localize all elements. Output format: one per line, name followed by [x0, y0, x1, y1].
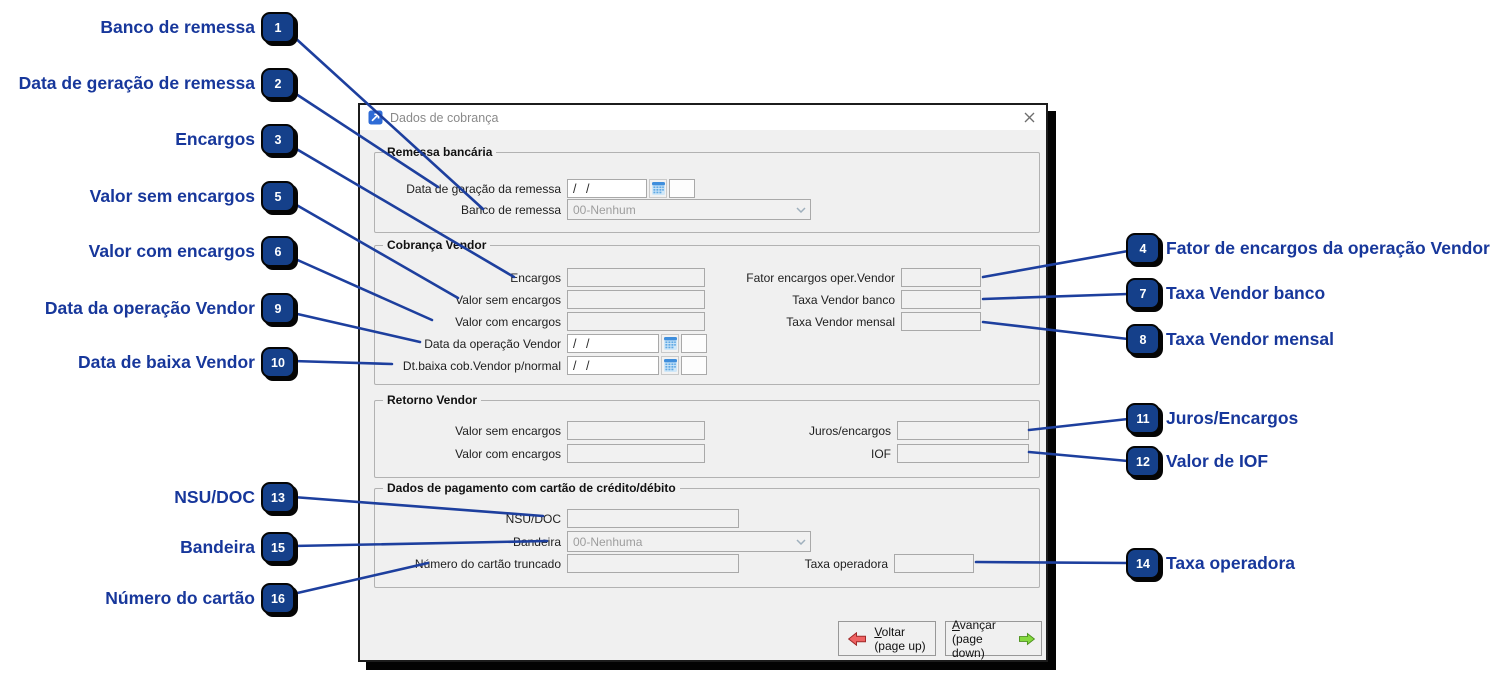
callout-banco-de-remessa: Banco de remessa 1 [100, 12, 295, 43]
callout-badge: 10 [261, 347, 295, 378]
callout-badge: 5 [261, 181, 295, 212]
callout-juros-encargos: 11 Juros/Encargos [1126, 403, 1298, 434]
avancar-button[interactable]: Avançar (page down) [945, 618, 1042, 660]
label-data-operacao-vendor: Data da operação Vendor [424, 336, 561, 351]
calendar-grid-icon [663, 359, 677, 372]
callout-badge: 16 [261, 583, 295, 614]
date-aux-box[interactable] [681, 356, 707, 375]
banco-remessa-select[interactable]: 00-Nenhum [567, 199, 811, 220]
date-aux-box[interactable] [681, 334, 707, 353]
label-retorno-valor-com: Valor com encargos [455, 446, 561, 461]
label-taxa-operadora: Taxa operadora [804, 556, 888, 571]
callout-badge: 4 [1126, 233, 1160, 264]
callout-badge: 6 [261, 236, 295, 267]
label-nsu-doc: NSU/DOC [505, 511, 561, 526]
callout-valor-sem-encargos: Valor sem encargos 5 [90, 181, 295, 212]
callout-badge: 15 [261, 532, 295, 563]
label-numero-cartao-truncado: Número do cartão truncado [414, 556, 561, 571]
dt-baixa-vendor-input[interactable]: / / [567, 356, 659, 375]
group-remessa-bancaria: Remessa bancária Data de geração da reme… [374, 145, 1040, 233]
callout-taxa-vendor-banco: 7 Taxa Vendor banco [1126, 278, 1325, 309]
data-operacao-calendar-button[interactable] [661, 334, 679, 353]
label-bandeira: Bandeira [512, 534, 561, 549]
callout-badge: 7 [1126, 278, 1160, 309]
nsu-doc-input[interactable] [567, 509, 739, 528]
group-cartao: Dados de pagamento com cartão de crédito… [374, 481, 1040, 588]
group-title: Retorno Vendor [383, 393, 482, 407]
callout-badge: 14 [1126, 548, 1160, 579]
chevron-down-icon [796, 538, 806, 545]
callout-fator-encargos: 4 Fator de encargos da operação Vendor [1126, 233, 1490, 264]
bandeira-value: 00-Nenhuma [573, 534, 643, 549]
callout-data-operacao-vendor: Data da operação Vendor 9 [45, 293, 295, 324]
group-title: Dados de pagamento com cartão de crédito… [383, 481, 680, 495]
data-operacao-vendor-input[interactable]: / / [567, 334, 659, 353]
callout-badge: 8 [1126, 324, 1160, 355]
callout-valor-iof: 12 Valor de IOF [1126, 446, 1268, 477]
label-retorno-valor-sem: Valor sem encargos [455, 423, 561, 438]
taxa-operadora-input[interactable] [894, 554, 974, 573]
app-arrow-up-right-icon [368, 110, 383, 125]
group-title: Remessa bancária [383, 145, 497, 159]
label-iof: IOF [871, 446, 891, 461]
dialog-dados-de-cobranca: Dados de cobrança Remessa bancária Data … [358, 103, 1048, 662]
label-valor-sem-encargos: Valor sem encargos [455, 292, 561, 307]
title-bar[interactable]: Dados de cobrança [360, 105, 1046, 130]
close-x-icon [1024, 112, 1034, 123]
banco-remessa-value: 00-Nenhum [573, 202, 636, 217]
fator-encargos-input[interactable] [901, 268, 981, 287]
close-button[interactable] [1020, 109, 1038, 127]
group-retorno-vendor: Retorno Vendor Valor sem encargos Valor … [374, 393, 1040, 478]
data-geracao-remessa-input[interactable]: / / [567, 179, 647, 198]
calendar-grid-icon [651, 182, 665, 195]
label-data-geracao-remessa: Data de geração da remessa [406, 181, 561, 196]
callout-badge: 1 [261, 12, 295, 43]
taxa-vendor-mensal-input[interactable] [901, 312, 981, 331]
screenshot-canvas: Dados de cobrança Remessa bancária Data … [0, 0, 1506, 675]
label-dt-baixa-vendor: Dt.baixa cob.Vendor p/normal [402, 358, 561, 373]
date-aux-box[interactable] [669, 179, 695, 198]
callout-badge: 2 [261, 68, 295, 99]
label-valor-com-encargos: Valor com encargos [455, 314, 561, 329]
dt-baixa-calendar-button[interactable] [661, 356, 679, 375]
label-fator-encargos: Fator encargos oper.Vendor [746, 270, 895, 285]
group-cobranca-vendor: Cobrança Vendor Encargos Valor sem encar… [374, 238, 1040, 385]
label-taxa-vendor-mensal: Taxa Vendor mensal [786, 314, 895, 329]
bandeira-select[interactable]: 00-Nenhuma [567, 531, 811, 552]
callout-bandeira: Bandeira 15 [180, 532, 295, 563]
avancar-button-label: Avançar (page down) [952, 617, 996, 660]
callout-badge: 9 [261, 293, 295, 324]
chevron-down-icon [796, 206, 806, 213]
voltar-button-label: Voltar (page up) [874, 624, 926, 653]
calendar-grid-icon [663, 337, 677, 350]
callout-data-geracao-remessa: Data de geração de remessa 2 [19, 68, 295, 99]
callout-badge: 3 [261, 124, 295, 155]
juros-encargos-input[interactable] [897, 421, 1029, 440]
iof-input[interactable] [897, 444, 1029, 463]
callout-nsu-doc: NSU/DOC 13 [174, 482, 295, 513]
callout-valor-com-encargos: Valor com encargos 6 [89, 236, 295, 267]
label-juros-encargos: Juros/encargos [808, 423, 891, 438]
callout-taxa-operadora: 14 Taxa operadora [1126, 548, 1295, 579]
callout-badge: 11 [1126, 403, 1160, 434]
voltar-button[interactable]: Voltar (page up) [838, 621, 936, 656]
callout-numero-cartao: Número do cartão 16 [105, 583, 295, 614]
callout-taxa-vendor-mensal: 8 Taxa Vendor mensal [1126, 324, 1334, 355]
label-encargos: Encargos [510, 270, 561, 285]
label-taxa-vendor-banco: Taxa Vendor banco [792, 292, 895, 307]
callout-encargos: Encargos 3 [175, 124, 295, 155]
callout-badge: 12 [1126, 446, 1160, 477]
taxa-vendor-banco-input[interactable] [901, 290, 981, 309]
label-banco-remessa: Banco de remessa [460, 202, 561, 217]
window-title: Dados de cobrança [390, 110, 499, 125]
callout-badge: 13 [261, 482, 295, 513]
red-arrow-left-icon [848, 631, 867, 646]
group-title: Cobrança Vendor [383, 238, 491, 252]
green-arrow-right-icon [1019, 632, 1035, 645]
callout-data-baixa-vendor: Data de baixa Vendor 10 [78, 347, 295, 378]
data-geracao-calendar-button[interactable] [649, 179, 667, 198]
